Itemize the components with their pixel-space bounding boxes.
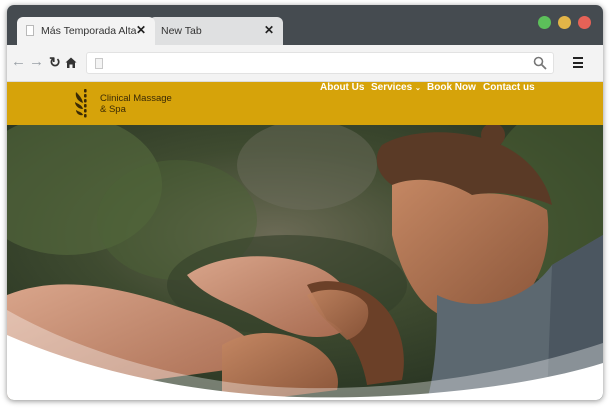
tab-label: New Tab bbox=[161, 25, 202, 37]
forward-arrow-icon[interactable]: → bbox=[29, 53, 44, 71]
back-arrow-icon[interactable]: ← bbox=[11, 53, 26, 71]
page-icon bbox=[95, 58, 103, 69]
close-window-button[interactable] bbox=[578, 16, 591, 29]
maximize-button[interactable] bbox=[538, 16, 551, 29]
nav-contact-us[interactable]: Contact us bbox=[483, 82, 535, 93]
logo-line: & Spa bbox=[100, 103, 126, 115]
logo-line: Clinical Massage bbox=[100, 93, 172, 104]
home-icon[interactable] bbox=[65, 57, 77, 69]
nav-about-us[interactable]: About Us bbox=[320, 82, 364, 93]
hamburger-menu-icon[interactable] bbox=[573, 57, 583, 71]
site-header: Clinical Massage & Spa About Us Services… bbox=[7, 82, 603, 125]
tab-new-tab[interactable]: New Tab ✕ bbox=[149, 17, 283, 45]
chevron-down-icon: ⌄ bbox=[414, 85, 421, 92]
address-bar[interactable] bbox=[86, 52, 554, 74]
nav-services-label: Services bbox=[371, 82, 413, 93]
tab-strip: New Tab ✕ Más Temporada Alta ✕ bbox=[7, 5, 603, 45]
browser-toolbar: ← → ↻ bbox=[7, 45, 603, 82]
search-icon[interactable] bbox=[533, 56, 547, 70]
close-icon[interactable]: ✕ bbox=[264, 23, 274, 37]
browser-window: New Tab ✕ Más Temporada Alta ✕ ← → ↻ Cli… bbox=[7, 5, 603, 400]
spine-leaf-logo-icon bbox=[75, 89, 87, 118]
tab-mas-temporada-alta[interactable]: Más Temporada Alta ✕ bbox=[17, 17, 155, 45]
tab-label: Más Temporada Alta bbox=[41, 25, 137, 37]
reload-icon[interactable]: ↻ bbox=[49, 53, 61, 71]
close-icon[interactable]: ✕ bbox=[136, 23, 146, 37]
nav-services[interactable]: Services ⌄ bbox=[371, 82, 421, 93]
massage-photo bbox=[7, 125, 603, 400]
minimize-button[interactable] bbox=[558, 16, 571, 29]
site-logo-text[interactable]: Clinical Massage & Spa bbox=[100, 93, 172, 115]
nav-book-now[interactable]: Book Now bbox=[427, 82, 476, 93]
page-icon bbox=[26, 25, 34, 36]
hero-image bbox=[7, 125, 603, 400]
